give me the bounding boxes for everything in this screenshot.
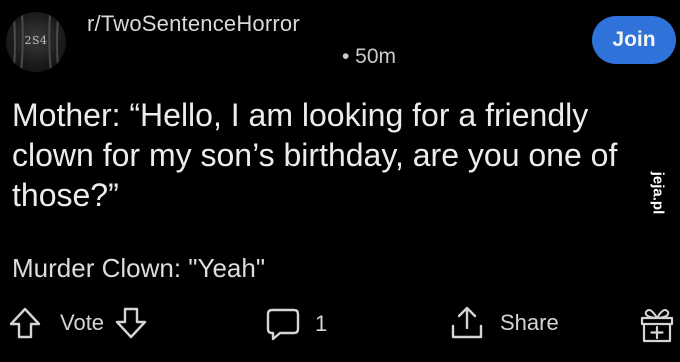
post-action-bar: Vote 1 Share <box>0 300 680 350</box>
subreddit-name[interactable]: r/TwoSentenceHorror <box>87 11 300 37</box>
watermark: jeja.pl <box>640 160 676 226</box>
downvote-icon[interactable] <box>114 306 148 340</box>
upvote-icon[interactable] <box>8 306 42 340</box>
share-button[interactable]: Share <box>448 304 559 342</box>
award-icon <box>638 304 676 344</box>
avatar-text: 2S4 <box>24 34 48 47</box>
comment-icon <box>265 306 301 342</box>
comment-button[interactable]: 1 <box>265 306 327 342</box>
award-button[interactable] <box>638 304 676 344</box>
post-title[interactable]: Mother: “Hello, I am looking for a frien… <box>12 95 622 215</box>
vote-label: Vote <box>60 310 105 335</box>
vote-group: Vote <box>8 306 148 340</box>
share-icon <box>448 304 486 342</box>
comment-count: 1 <box>315 311 328 336</box>
watermark-text: jeja.pl <box>649 171 667 215</box>
post-timestamp: • 50m <box>342 45 397 68</box>
post-body: Murder Clown: "Yeah" <box>12 253 266 283</box>
join-button[interactable]: Join <box>592 16 676 64</box>
subreddit-avatar[interactable]: 2S4 <box>6 12 66 72</box>
share-label: Share <box>500 310 559 335</box>
